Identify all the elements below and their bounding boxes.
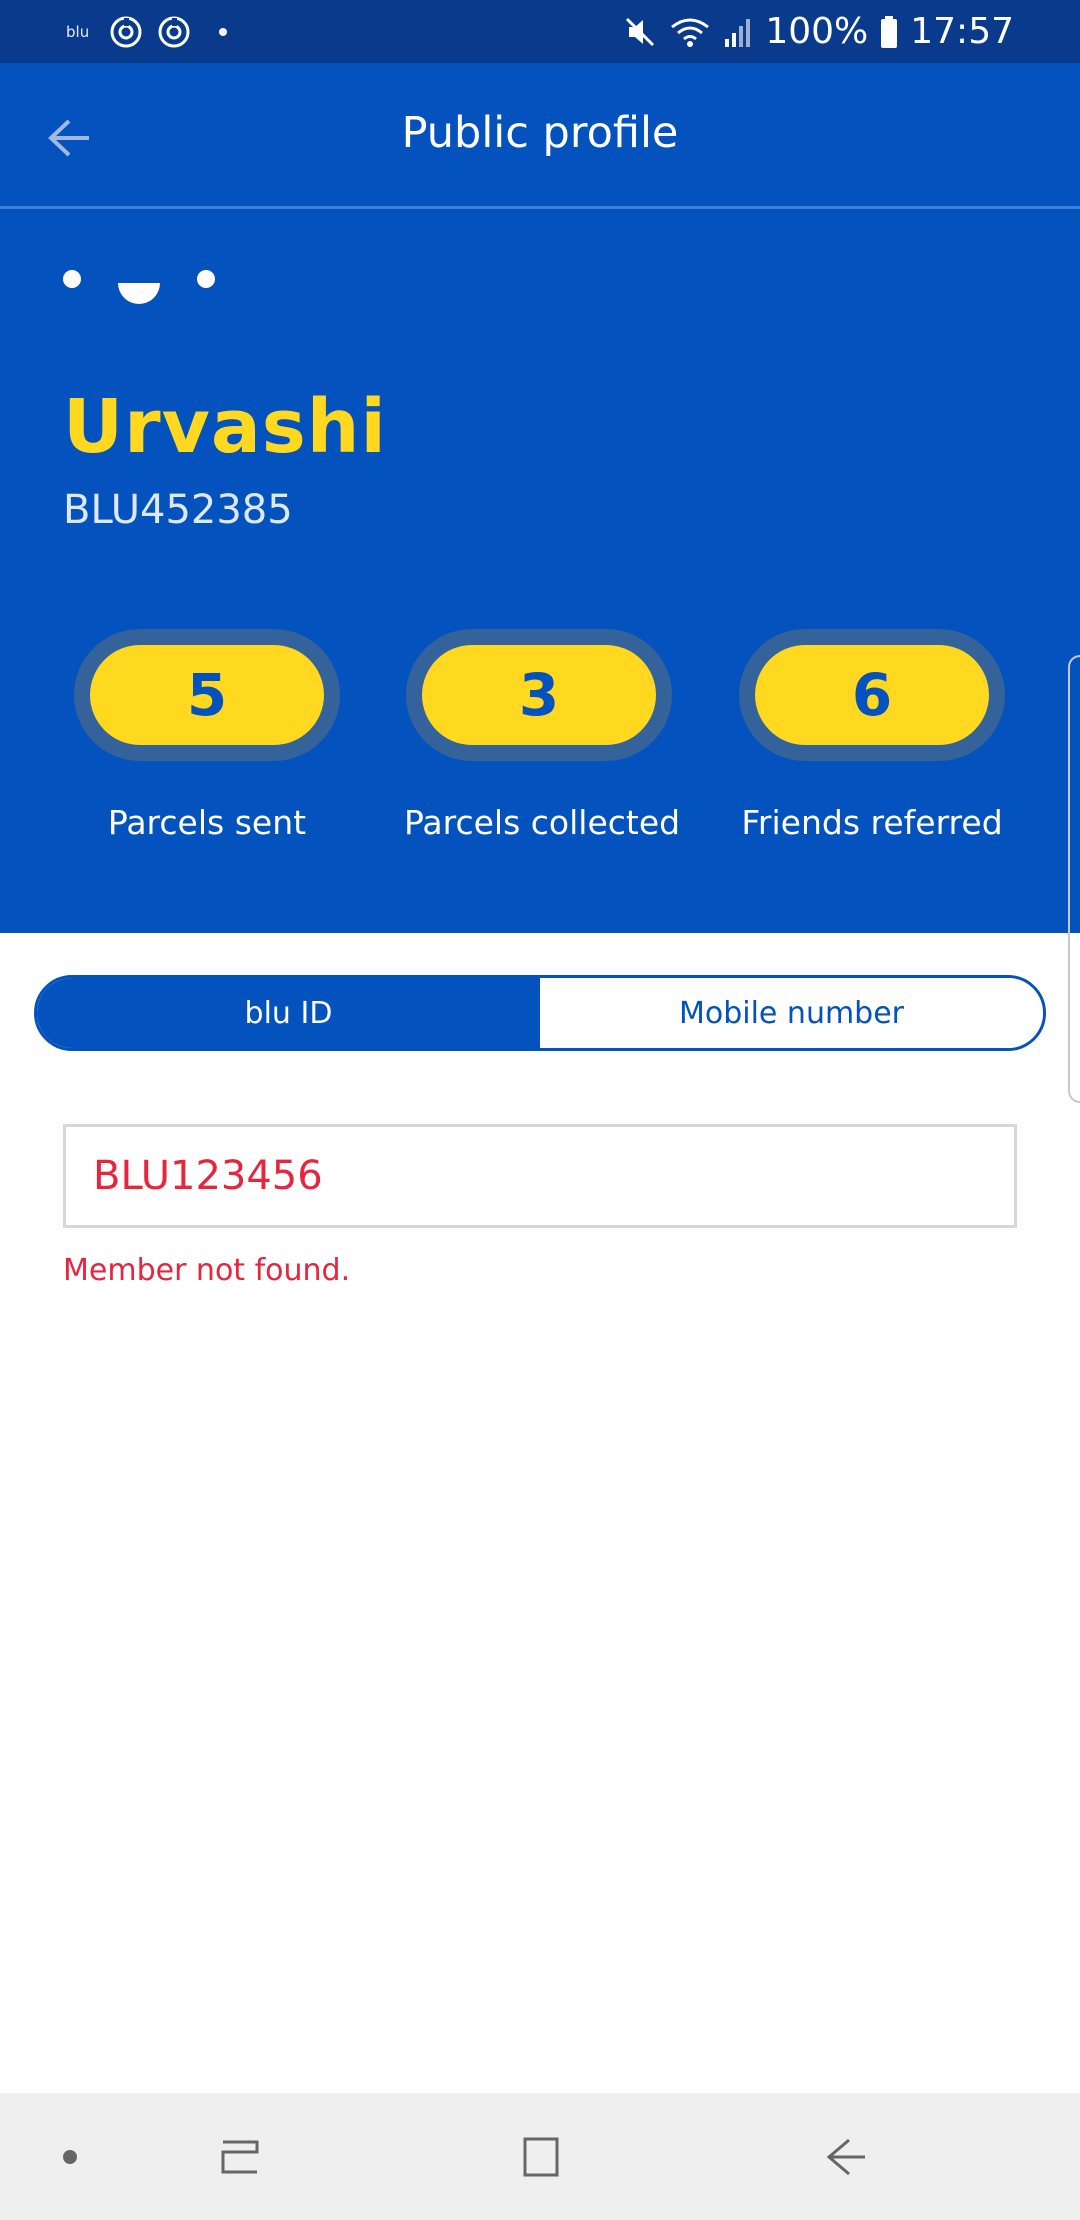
stat-parcels-sent: 5 Parcels sent: [72, 629, 342, 842]
stat-value: 6: [755, 645, 989, 745]
battery-percent: 100%: [765, 11, 869, 52]
app-label: blu: [66, 22, 90, 41]
lookup-type-toggle: blu ID Mobile number: [34, 975, 1046, 1051]
member-search-field-box: [63, 1124, 1017, 1228]
app-header: Public profile: [0, 63, 1080, 209]
refresh-ring-icon: [158, 16, 190, 47]
stat-friends-referred: 6 Friends referred: [737, 629, 1007, 842]
back-icon: [826, 2138, 865, 2175]
member-id: BLU452385: [63, 487, 293, 533]
recent-apps-button[interactable]: [200, 2093, 280, 2220]
clock: 17:57: [910, 11, 1014, 52]
stat-pill-ring: 6: [739, 629, 1005, 761]
stat-value: 5: [90, 645, 324, 745]
smiley-face-icon: [63, 270, 215, 304]
refresh-ring-icon: [110, 16, 142, 47]
error-message: Member not found.: [63, 1253, 351, 1288]
edge-panel-handle[interactable]: [1068, 655, 1080, 1103]
signal-icon: [725, 18, 751, 47]
system-nav-bar: [0, 2093, 1080, 2220]
page-title: Public profile: [401, 108, 679, 158]
system-back-button[interactable]: [806, 2093, 886, 2220]
profile-section: Urvashi BLU452385 5 Parcels sent 3 Parce…: [0, 209, 1080, 933]
stat-pill-ring: 3: [406, 629, 672, 761]
battery-icon: [881, 15, 898, 48]
home-button[interactable]: [500, 2093, 580, 2220]
toggle-mobile-number[interactable]: Mobile number: [540, 978, 1043, 1048]
member-search-input[interactable]: [66, 1127, 1014, 1225]
toggle-blu-id[interactable]: blu ID: [37, 978, 540, 1048]
dot-icon: [63, 2149, 77, 2164]
stat-label: Parcels sent: [107, 803, 307, 842]
status-left: blu: [66, 0, 228, 63]
stat-label: Friends referred: [741, 803, 1003, 842]
mute-icon: [626, 17, 655, 46]
stat-value: 3: [422, 645, 656, 745]
stat-pill-ring: 5: [74, 629, 340, 761]
stat-parcels-collected: 3 Parcels collected: [404, 629, 681, 842]
status-bar: blu 100% 17:57: [0, 0, 1080, 63]
profile-name: Urvashi: [63, 384, 387, 470]
status-right: 100% 17:57: [623, 0, 1014, 63]
stat-label: Parcels collected: [404, 803, 681, 842]
dot-icon: [219, 27, 228, 36]
nav-dot-button[interactable]: [40, 2093, 100, 2220]
wifi-icon: [671, 18, 710, 47]
recent-apps-icon: [221, 2140, 259, 2173]
home-icon: [523, 2137, 559, 2176]
